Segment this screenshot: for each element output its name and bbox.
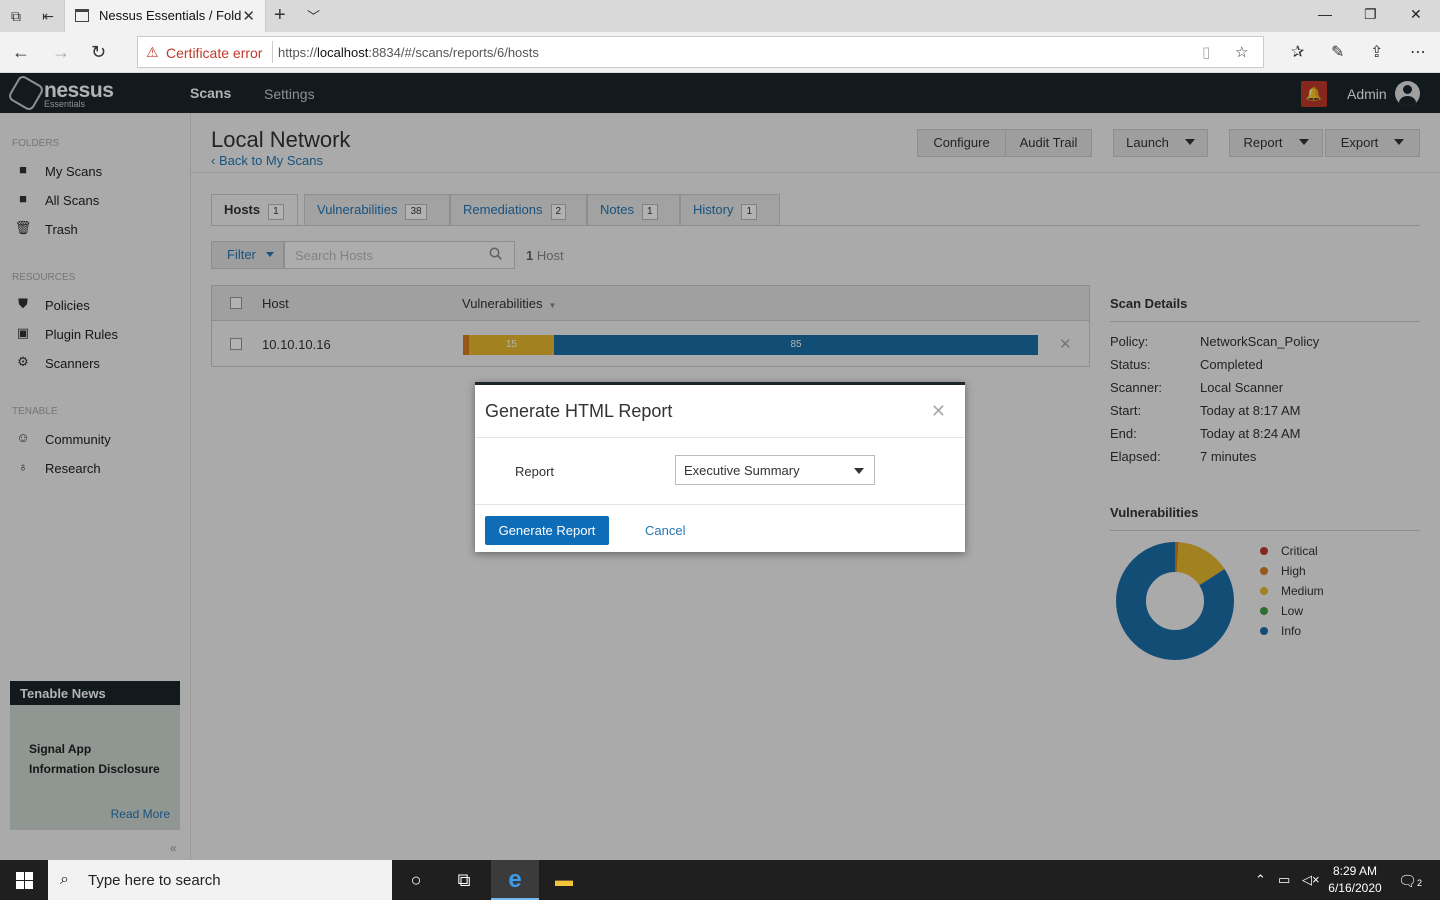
pen-icon[interactable]: ✎ [1331,42,1344,62]
divider [475,437,965,438]
windows-taskbar: ⌕ Type here to search ○ ⧉ e ▬ ⌃ ▭ ◁× 8:2… [0,860,1440,900]
browser-tab-bar: ⧉ ⇤ Nessus Essentials / Fold ✕ + ﹀ — ❐ ✕ [0,0,1440,32]
url-path: :8834/#/scans/reports/6/hosts [368,45,539,60]
generate-report-modal: Generate HTML Report ✕ Report Executive … [475,382,965,552]
share-icon[interactable]: ⇪ [1370,42,1383,62]
more-icon[interactable]: ⋯ [1410,42,1426,62]
modal-title: Generate HTML Report [485,401,673,421]
favorites-icon[interactable]: ✰ [1291,42,1304,62]
show-hidden-icons-chevron-icon[interactable]: ⌃ [1255,872,1266,888]
taskbar-search[interactable]: ⌕ Type here to search [48,860,392,900]
search-icon: ⌕ [60,871,69,888]
generate-report-button[interactable]: Generate Report [485,516,609,545]
report-label: Report [515,464,555,479]
report-type-select[interactable]: Executive Summary [675,455,875,485]
browser-tab[interactable]: Nessus Essentials / Fold ✕ [64,0,266,32]
notifications-icon[interactable]: 🗨2 [1398,872,1422,890]
certificate-error[interactable]: Certificate error [166,45,262,61]
notification-count: 2 [1417,878,1423,888]
close-icon[interactable]: ✕ [931,401,946,422]
url-divider [272,41,273,63]
close-tab-icon[interactable]: ✕ [242,7,255,25]
url-text[interactable]: https://localhost:8834/#/scans/reports/6… [278,45,539,60]
system-clock[interactable]: 8:29 AM 6/16/2020 [1325,863,1385,897]
taskbar-search-placeholder: Type here to search [88,872,221,889]
forward-arrow-icon[interactable]: → [52,42,70,63]
back-arrow-icon[interactable]: ← [12,42,30,63]
clock-time: 8:29 AM [1332,864,1378,878]
network-icon[interactable]: ▭ [1278,872,1290,888]
volume-icon[interactable]: ◁× [1302,872,1320,888]
clock-date: 6/16/2020 [1328,881,1382,895]
divider [475,504,965,505]
tab-list-chevron-icon[interactable]: ﹀ [307,6,320,25]
window-close-icon[interactable]: ✕ [1410,6,1422,23]
report-type-value: Executive Summary [684,463,800,478]
minimize-icon[interactable]: — [1318,6,1332,22]
url-field[interactable]: ⚠ Certificate error https://localhost:88… [137,36,1264,68]
cancel-link[interactable]: Cancel [645,523,685,538]
edge-browser-icon[interactable]: e [491,860,539,900]
cortana-icon[interactable]: ○ [392,860,440,900]
page-icon [75,9,89,22]
reading-view-icon[interactable]: ▯ [1202,43,1210,61]
address-bar: ← → ↻ ⚠ Certificate error https://localh… [0,32,1440,73]
warning-icon: ⚠ [146,44,159,60]
tab-title: Nessus Essentials / Fold [99,8,242,23]
caret-down-icon [854,468,864,474]
tab-actions-icon[interactable]: ⧉ [6,6,26,26]
url-host: localhost [317,45,369,60]
restore-icon[interactable]: ❐ [1364,6,1377,23]
favorite-star-icon[interactable]: ☆ [1235,43,1248,61]
new-tab-icon[interactable]: + [274,4,286,27]
task-view-icon[interactable]: ⧉ [440,860,488,900]
windows-start-icon[interactable] [16,872,33,889]
set-aside-tabs-icon[interactable]: ⇤ [38,6,58,26]
refresh-icon[interactable]: ↻ [91,42,106,63]
file-explorer-icon[interactable]: ▬ [540,860,588,900]
url-prefix: https:// [278,45,318,60]
